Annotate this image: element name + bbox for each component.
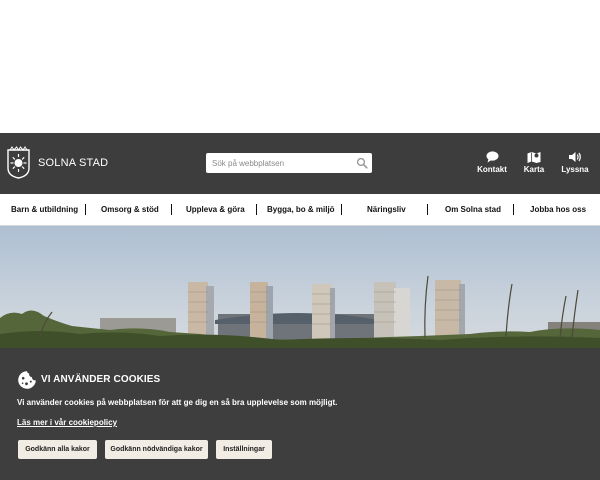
speaker-icon <box>569 152 581 162</box>
accept-necessary-cookies-button[interactable]: Godkänn nödvändiga kakor <box>105 440 208 459</box>
listen-label: Lyssna <box>561 165 589 174</box>
nav-separator <box>427 204 428 215</box>
cookie-banner: VI ANVÄNDER COOKIES Vi använder cookies … <box>0 348 600 480</box>
nav-item-bygga-bo-miljo[interactable]: Bygga, bo & miljö <box>267 205 335 214</box>
nav-item-barn-utbildning[interactable]: Barn & utbildning <box>11 205 78 214</box>
cookie-icon <box>18 371 36 389</box>
nav-item-om-solna-stad[interactable]: Om Solna stad <box>445 205 501 214</box>
search-input[interactable] <box>212 156 352 170</box>
nav-separator <box>513 204 514 215</box>
solna-crest-logo-icon[interactable] <box>6 146 31 179</box>
map-link[interactable]: Karta <box>514 151 554 174</box>
accept-all-cookies-button[interactable]: Godkänn alla kakor <box>18 440 97 459</box>
cookie-banner-text: Vi använder cookies på webbplatsen för a… <box>17 398 338 407</box>
search-icon[interactable] <box>356 157 368 169</box>
cookie-settings-button[interactable]: Inställningar <box>216 440 272 459</box>
cookie-banner-title: VI ANVÄNDER COOKIES <box>41 374 161 385</box>
site-header: SOLNA STAD Kontakt Karta Lyssna <box>0 133 600 194</box>
chat-icon <box>486 151 498 163</box>
cookie-policy-link[interactable]: Läs mer i vår cookiepolicy <box>17 418 117 427</box>
nav-item-uppleva-gora[interactable]: Uppleva & göra <box>186 205 245 214</box>
nav-item-omsorg-stod[interactable]: Omsorg & stöd <box>101 205 159 214</box>
nav-separator <box>171 204 172 215</box>
main-navigation: Barn & utbildning Omsorg & stöd Uppleva … <box>0 194 600 226</box>
contact-label: Kontakt <box>477 165 507 174</box>
nav-item-jobba-hos-oss[interactable]: Jobba hos oss <box>530 205 586 214</box>
contact-link[interactable]: Kontakt <box>472 151 512 174</box>
nav-separator <box>85 204 86 215</box>
search-box <box>206 153 372 173</box>
map-label: Karta <box>523 165 545 174</box>
nav-separator <box>341 204 342 215</box>
nav-item-naringsliv[interactable]: Näringsliv <box>367 205 406 214</box>
site-name[interactable]: SOLNA STAD <box>38 157 108 169</box>
map-icon <box>527 152 541 163</box>
listen-link[interactable]: Lyssna <box>555 151 595 174</box>
hero-image <box>0 226 600 351</box>
nav-separator <box>256 204 257 215</box>
